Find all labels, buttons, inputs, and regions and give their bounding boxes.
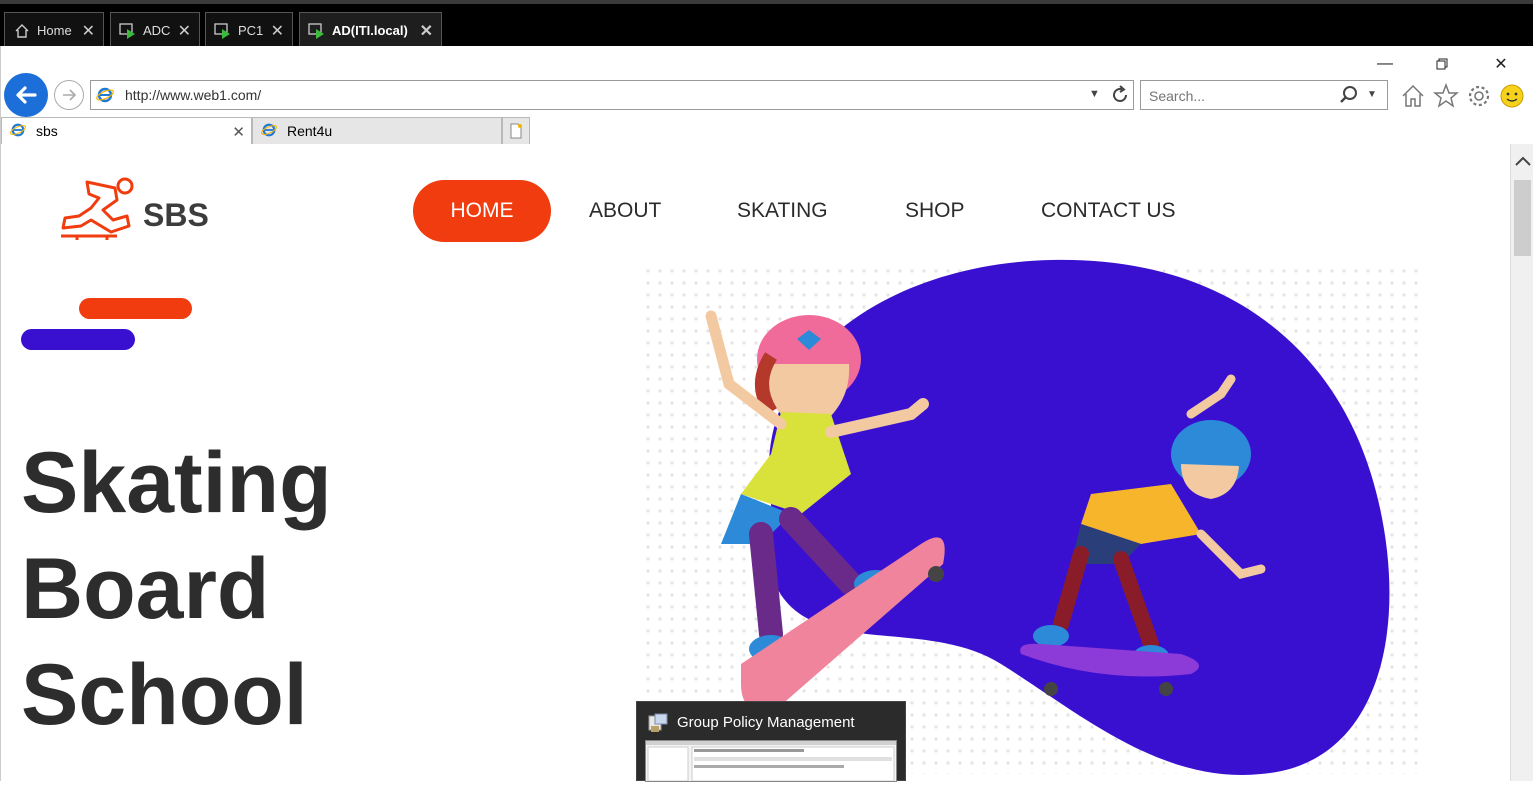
skater-logo-icon [61,177,134,240]
hero-line: Skating [21,435,332,531]
close-icon[interactable]: ✕ [82,21,95,41]
ie-page-icon [261,122,277,141]
vm-tab-pc1[interactable]: PC1 ✕ [205,12,293,48]
back-button[interactable] [4,73,48,117]
logo-text: SBS [143,196,209,233]
close-icon[interactable]: ✕ [232,123,245,141]
close-window-button[interactable]: ✕ [1491,54,1511,74]
restore-button[interactable] [1432,54,1452,74]
close-icon[interactable]: ✕ [420,21,433,41]
window-thumbnail-preview [645,740,897,782]
star-icon[interactable] [1432,82,1460,110]
vm-tab-strip: Home ✕ ADC ✕ PC1 ✕ AD(ITI.local) ✕ [0,0,1533,48]
vm-tab-home[interactable]: Home ✕ [4,12,104,48]
vm-tab-adc[interactable]: ADC ✕ [110,12,200,48]
close-icon[interactable]: ✕ [178,21,191,41]
group-policy-icon [647,712,669,739]
vm-console-icon [308,22,326,40]
taskbar-thumbnail-popup[interactable]: Group Policy Management [636,701,906,782]
browser-chrome: — ✕ http://www.web1.com/ ▼ ▼ [0,46,1533,144]
browser-tab-label: Rent4u [287,123,333,139]
popup-title: Group Policy Management [677,714,855,731]
browser-tab-rent4u[interactable]: Rent4u [252,117,502,144]
hero-title: Skating Board School [21,430,441,748]
vm-console-icon [119,22,137,40]
gear-icon[interactable] [1465,82,1493,110]
minimize-button[interactable]: — [1375,54,1395,74]
forward-button[interactable] [54,80,84,110]
home-icon[interactable] [1399,82,1427,110]
nav-about[interactable]: ABOUT [589,180,661,242]
vm-console-icon [214,22,232,40]
scroll-up-icon[interactable] [1514,154,1532,173]
arrow-left-icon [16,86,37,104]
site-logo[interactable]: SBS [57,176,209,246]
ie-page-icon [10,122,26,141]
vertical-scrollbar[interactable] [1510,144,1533,781]
vm-tab-label: AD(ITI.local) [332,23,408,38]
browser-tab-label: sbs [36,123,58,139]
hero-line: School [21,647,308,743]
nav-shop[interactable]: SHOP [905,180,965,242]
web-page: SBS HOME ABOUT SKATING SHOP CONTACT US S… [0,144,1510,781]
ie-page-icon [96,86,114,109]
smiley-feedback-icon[interactable] [1498,82,1526,110]
search-box[interactable]: ▼ [1140,80,1388,110]
vm-tab-label: ADC [143,23,171,38]
address-text[interactable]: http://www.web1.com/ [125,87,261,103]
vm-tab-label: Home [37,23,72,38]
vm-tab-ad[interactable]: AD(ITI.local) ✕ [299,12,442,48]
address-bar[interactable]: http://www.web1.com/ ▼ [90,80,1134,110]
arrow-right-icon [63,89,77,101]
home-icon [13,22,31,40]
restore-icon [1436,58,1448,70]
vm-tab-label: PC1 [238,23,264,38]
decorative-bar-red [79,298,192,319]
scroll-thumb[interactable] [1514,180,1531,256]
new-tab-button[interactable] [502,117,530,144]
browser-tab-strip: sbs ✕ Rent4u [1,114,1533,144]
refresh-icon[interactable] [1109,83,1131,112]
search-icon[interactable] [1339,85,1359,110]
new-tab-icon [510,123,522,139]
close-icon[interactable]: ✕ [271,21,284,41]
browser-tab-sbs[interactable]: sbs ✕ [1,117,252,144]
nav-skating[interactable]: SKATING [737,180,828,242]
decorative-bar-blue [21,329,135,350]
hero-line: Board [21,541,270,637]
chevron-down-icon[interactable]: ▼ [1367,89,1377,100]
search-input[interactable] [1149,86,1329,106]
chevron-down-icon[interactable]: ▼ [1089,88,1100,100]
nav-home[interactable]: HOME [413,180,551,242]
nav-contact-us[interactable]: CONTACT US [1041,180,1176,242]
